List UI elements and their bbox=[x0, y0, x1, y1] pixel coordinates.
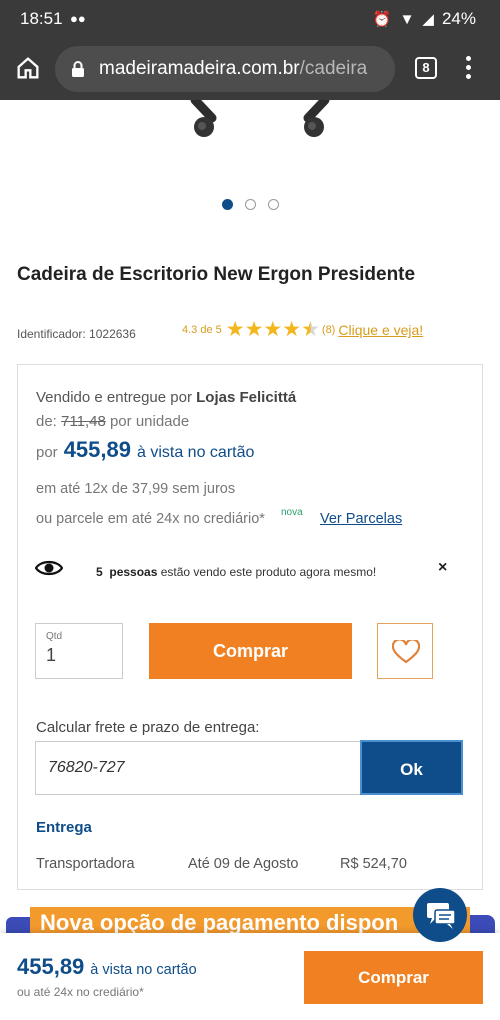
old-price-suffix: por unidade bbox=[109, 413, 190, 430]
status-bar: 18:51 ●● ⏰ ▼ ◢ 24% bbox=[0, 0, 500, 38]
sold-by: Vendido e entregue por Lojas Felicittá bbox=[36, 389, 296, 406]
viewers-people: pessoas bbox=[109, 565, 158, 579]
ok-button[interactable]: Ok bbox=[360, 740, 463, 795]
notification-icon: ●● bbox=[70, 11, 86, 26]
quantity-field[interactable]: Qtd 1 bbox=[35, 623, 123, 679]
status-right: ⏰ ▼ ◢ 24% bbox=[373, 9, 476, 29]
rating-count: (8) bbox=[321, 324, 336, 336]
nova-badge: nova bbox=[281, 507, 303, 518]
browser-toolbar: madeiramadeira.com.br/cadeira 8 bbox=[0, 38, 500, 100]
product-image[interactable] bbox=[150, 100, 370, 145]
sticky-price-value: 455,89 bbox=[17, 954, 85, 979]
more-menu-icon[interactable] bbox=[466, 56, 472, 82]
viewers-notice: 5 pessoas estão vendo este produto agora… bbox=[96, 565, 376, 579]
chat-icon bbox=[427, 903, 456, 929]
delivery-heading: Entrega bbox=[36, 819, 92, 836]
wifi-icon: ▼ bbox=[399, 10, 415, 28]
sticky-price: 455,89 à vista no cartão bbox=[17, 954, 197, 980]
shipping-method: Transportadora bbox=[36, 856, 135, 872]
seller-name: Lojas Felicittá bbox=[196, 389, 297, 406]
price-line: por 455,89 à vista no cartão bbox=[36, 437, 254, 463]
eye-icon bbox=[35, 560, 63, 576]
address-bar[interactable]: madeiramadeira.com.br/cadeira bbox=[55, 46, 395, 92]
sticky-price-suffix: à vista no cartão bbox=[90, 962, 197, 978]
star-icon: ★ bbox=[225, 318, 245, 341]
close-icon[interactable]: × bbox=[438, 559, 447, 577]
url-text: madeiramadeira.com.br/cadeira bbox=[99, 58, 367, 80]
banner-text: Nova opção de pagamento dispon bbox=[30, 907, 470, 935]
star-icon: ★ bbox=[282, 318, 302, 341]
buy-button[interactable]: Comprar bbox=[149, 623, 352, 679]
rating: 4.3 de 5 ★ ★ ★ ★ ★ (8) Clique e veja! bbox=[182, 318, 423, 342]
chat-button[interactable] bbox=[413, 888, 467, 942]
price-prefix: por bbox=[36, 444, 58, 461]
heart-icon bbox=[392, 640, 420, 664]
reviews-link[interactable]: Clique e veja! bbox=[338, 322, 423, 338]
sticky-subtext: ou até 24x no crediário* bbox=[17, 985, 144, 999]
product-identifier: Identificador: 1022636 bbox=[17, 327, 136, 341]
favorite-button[interactable] bbox=[377, 623, 433, 679]
viewers-count: 5 bbox=[96, 565, 103, 579]
installment-text: em até 12x de 37,99 sem juros bbox=[36, 481, 236, 497]
home-icon[interactable] bbox=[14, 54, 42, 82]
viewers-text: estão vendo este produto agora mesmo! bbox=[160, 565, 377, 579]
carousel-dot[interactable] bbox=[245, 199, 256, 210]
price-value: 455,89 bbox=[63, 437, 131, 462]
shipping-price: R$ 524,70 bbox=[340, 856, 407, 872]
sold-by-prefix: Vendido e entregue por bbox=[36, 389, 192, 406]
star-icon: ★ bbox=[263, 318, 283, 341]
tab-switcher-button[interactable]: 8 bbox=[415, 57, 437, 79]
quantity-value[interactable]: 1 bbox=[46, 645, 56, 666]
signal-icon: ◢ bbox=[422, 11, 434, 28]
alarm-icon: ⏰ bbox=[372, 11, 392, 28]
url-domain: madeiramadeira.com.br bbox=[99, 58, 300, 79]
rating-stars: ★ ★ ★ ★ ★ bbox=[226, 318, 320, 342]
cep-input[interactable]: 76820-727 bbox=[35, 741, 361, 795]
carousel-dot[interactable] bbox=[222, 199, 233, 210]
carousel-dot[interactable] bbox=[268, 199, 279, 210]
shipping-date: Até 09 de Agosto bbox=[188, 856, 299, 872]
purchase-panel: Vendido e entregue por Lojas Felicittá d… bbox=[17, 364, 483, 890]
old-price-value: 711,48 bbox=[61, 413, 106, 430]
freight-label: Calcular frete e prazo de entrega: bbox=[36, 719, 260, 736]
half-star-icon: ★ bbox=[301, 318, 320, 341]
crediario-text: ou parcele em até 24x no crediário* bbox=[36, 511, 265, 527]
battery-level: 24% bbox=[441, 9, 476, 28]
price-suffix: à vista no cartão bbox=[136, 444, 255, 461]
product-title: Cadeira de Escritorio New Ergon Presiden… bbox=[17, 264, 416, 285]
star-icon: ★ bbox=[244, 318, 264, 341]
old-price: de: 711,48 por unidade bbox=[36, 413, 189, 430]
carousel-dots bbox=[222, 199, 279, 210]
sticky-buy-button[interactable]: Comprar bbox=[304, 951, 483, 1004]
lock-icon bbox=[72, 61, 84, 77]
quantity-label: Qtd bbox=[46, 631, 63, 642]
old-price-prefix: de: bbox=[36, 413, 57, 430]
url-path: /cadeira bbox=[299, 58, 368, 79]
status-time: 18:51 bbox=[20, 9, 63, 28]
ver-parcelas-link[interactable]: Ver Parcelas bbox=[320, 511, 402, 527]
rating-score: 4.3 de 5 bbox=[182, 324, 222, 336]
sticky-buy-bar: 455,89 à vista no cartão ou até 24x no c… bbox=[0, 933, 500, 1020]
